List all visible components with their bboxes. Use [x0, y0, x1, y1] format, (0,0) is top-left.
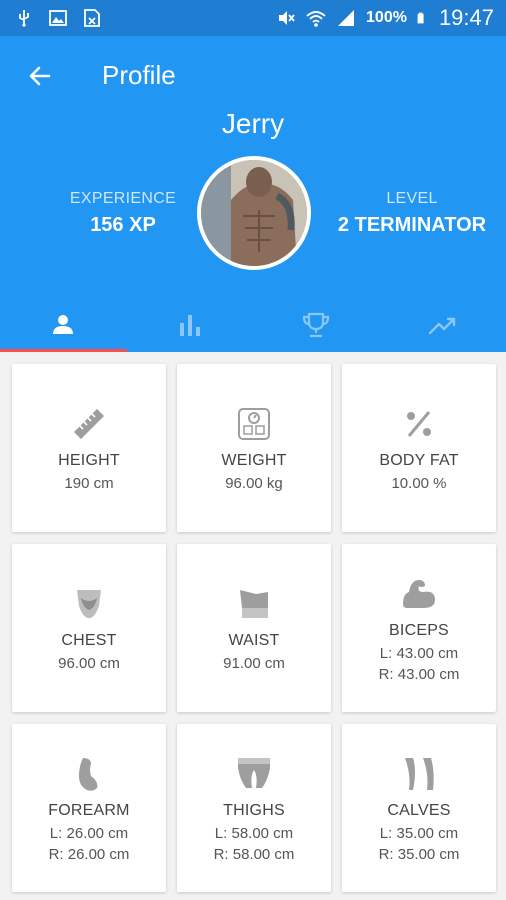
weight-label: WEIGHT — [221, 452, 287, 469]
biceps-icon — [403, 579, 435, 608]
status-bar: 100% 19:47 — [0, 0, 506, 36]
profile-tabs — [0, 298, 506, 352]
chest-value: 96.00 cm — [58, 655, 120, 672]
tab-achievements[interactable] — [253, 298, 380, 352]
battery-icon — [417, 12, 424, 24]
calves-left-value: L: 35.00 cm — [379, 824, 459, 842]
experience-stat: EXPERIENCE 156 XP — [62, 190, 184, 237]
calves-card[interactable]: CALVES L: 35.00 cm R: 35.00 cm — [342, 724, 496, 892]
bar-chart-icon — [179, 315, 200, 336]
biceps-left-value: L: 43.00 cm — [379, 644, 459, 662]
forearm-icon — [79, 757, 98, 791]
tab-progress[interactable] — [380, 298, 506, 352]
waist-label: WAIST — [228, 632, 280, 649]
waist-card[interactable]: WAIST 91.00 cm — [177, 544, 331, 712]
avatar[interactable] — [197, 156, 311, 270]
calves-right-value: R: 35.00 cm — [378, 845, 460, 863]
tab-profile[interactable] — [0, 298, 127, 352]
forearm-right-value: R: 26.00 cm — [48, 845, 130, 863]
mute-icon — [279, 11, 295, 25]
thighs-label: THIGHS — [223, 801, 285, 819]
level-label: LEVEL — [386, 190, 438, 207]
body-fat-label: BODY FAT — [379, 452, 459, 469]
waist-icon — [240, 590, 268, 618]
level-stat: LEVEL 2 TERMINATOR — [330, 190, 494, 237]
body-fat-card[interactable]: BODY FAT 10.00 % — [342, 364, 496, 532]
thighs-card[interactable]: THIGHS L: 58.00 cm R: 58.00 cm — [177, 724, 331, 892]
biceps-right-value: R: 43.00 cm — [378, 665, 460, 683]
usb-icon — [19, 10, 29, 27]
forearm-label: FOREARM — [48, 801, 130, 819]
forearm-card[interactable]: FOREARM L: 26.00 cm R: 26.00 cm — [12, 724, 166, 892]
thighs-right-value: R: 58.00 cm — [213, 845, 295, 863]
scale-icon — [238, 408, 270, 440]
percent-icon — [407, 411, 431, 437]
body-fat-value: 10.00 % — [391, 475, 447, 492]
clock: 19:47 — [438, 5, 494, 30]
battery-percentage: 100% — [366, 9, 407, 26]
thighs-left-value: L: 58.00 cm — [214, 824, 294, 842]
height-value: 190 cm — [64, 475, 114, 492]
calves-icon — [405, 757, 434, 790]
height-label: HEIGHT — [58, 452, 120, 469]
level-value: 2 TERMINATOR — [337, 214, 487, 236]
back-button[interactable] — [22, 58, 58, 94]
user-name: Jerry — [221, 108, 285, 139]
trending-up-icon — [428, 317, 455, 335]
waist-value: 91.00 cm — [223, 655, 285, 672]
weight-value: 96.00 kg — [225, 475, 283, 492]
signal-icon — [338, 10, 355, 26]
forearm-left-value: L: 26.00 cm — [49, 824, 129, 842]
biceps-card[interactable]: BICEPS L: 43.00 cm R: 43.00 cm — [342, 544, 496, 712]
weight-card[interactable]: WEIGHT 96.00 kg — [177, 364, 331, 532]
person-icon — [53, 315, 74, 334]
chest-icon — [77, 590, 101, 618]
thighs-icon — [238, 757, 270, 788]
chest-card[interactable]: CHEST 96.00 cm — [12, 544, 166, 712]
spreadsheet-icon — [84, 9, 100, 27]
image-icon — [49, 10, 67, 26]
user-photo-icon — [201, 160, 307, 266]
chest-label: CHEST — [61, 632, 117, 649]
biceps-label: BICEPS — [389, 621, 449, 639]
wifi-icon — [306, 11, 326, 27]
measurement-grid: HEIGHT 190 cm WEIGHT 96.00 kg BODY FAT 1… — [12, 364, 496, 892]
experience-label: EXPERIENCE — [69, 190, 177, 207]
ruler-icon — [74, 409, 104, 439]
tab-statistics[interactable] — [127, 298, 254, 352]
profile-header: Profile Jerry EXPERIENCE 156 XP LEVEL 2 … — [0, 36, 506, 352]
calves-label: CALVES — [387, 801, 451, 819]
page-title: Profile — [102, 60, 176, 90]
trophy-icon — [303, 312, 330, 338]
experience-value: 156 XP — [90, 214, 156, 236]
height-card[interactable]: HEIGHT 190 cm — [12, 364, 166, 532]
arrow-back-icon — [29, 66, 51, 86]
